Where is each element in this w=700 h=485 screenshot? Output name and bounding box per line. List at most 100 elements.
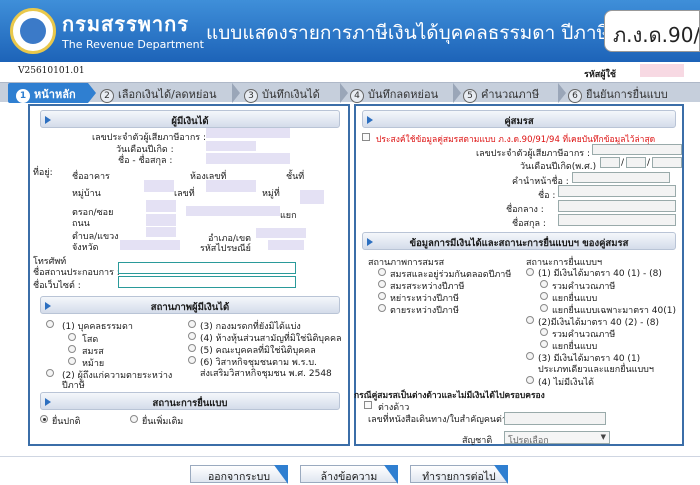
user-id-label: รหัสผู้ใช้ (584, 70, 617, 80)
spouse-filing-2b-radio[interactable] (540, 340, 548, 348)
spouse-filing-2a-radio[interactable] (540, 328, 548, 336)
status-deceased-label-2: ปีภาษี (62, 381, 85, 391)
nationality-select-value: โปรดเลือก (508, 436, 549, 446)
exit-button[interactable]: ออกจากระบบ (190, 465, 288, 484)
filing-additional-radio[interactable] (130, 415, 138, 423)
road-value (146, 214, 176, 226)
soi-value (146, 200, 176, 212)
step-5-calculate[interactable]: 5 คำนวณภาษี (463, 83, 539, 103)
spouse-filing-2-radio[interactable] (526, 316, 534, 324)
form-title: แบบแสดงรายการภาษีเงินได้บุคคลธรรมดา ปีภา… (206, 22, 664, 44)
org-name-english: The Revenue Department (62, 38, 204, 51)
spouse-filing-1a-radio[interactable] (540, 280, 548, 288)
status-partnership-radio[interactable] (188, 332, 196, 340)
status-enterprise-radio[interactable] (188, 356, 196, 364)
nationality-select[interactable]: โปรดเลือก ▼ (504, 431, 610, 446)
spouse-middle-name-input[interactable] (558, 200, 676, 212)
yaek-label: แยก (280, 211, 297, 221)
spouse-first-name-label: ชื่อ : (538, 191, 556, 201)
province-value (120, 240, 180, 250)
status-estate-radio[interactable] (188, 320, 196, 328)
spouse-section-header: คู่สมรส (362, 110, 676, 128)
status-group-radio[interactable] (188, 344, 196, 352)
spouse-birth-month-input[interactable] (626, 157, 646, 168)
filing-section-header: สถานะการยื่นแบบ (40, 392, 340, 410)
form-code-badge: ภ.ง.ด.90/91 (604, 10, 700, 52)
spouse-filing-4-radio[interactable] (526, 376, 534, 384)
next-button[interactable]: ทำรายการต่อไป (410, 465, 508, 484)
step-2-select-income[interactable]: 2 เลือกเงินได้/ลดหย่อน (100, 83, 217, 103)
step-3-income[interactable]: 3 บันทึกเงินได้ (244, 83, 320, 103)
spouse-birth-year-input[interactable] (652, 157, 682, 168)
spouse-filing-1b-radio[interactable] (540, 292, 548, 300)
postcode-value (268, 240, 304, 250)
spouse-tax-id-label: เลขประจำตัวผู้เสียภาษีอากร : (476, 149, 591, 159)
business-name-label: ชื่อสถานประกอบการ : (33, 268, 120, 278)
chevron-down-icon: ▼ (600, 433, 606, 441)
step-1-main[interactable]: 1 หน้าหลัก (8, 83, 88, 103)
use-previous-spouse-checkbox[interactable] (362, 133, 370, 141)
status-individual-label: (1) บุคคลธรรมดา (62, 322, 133, 332)
yaek-value (186, 206, 280, 216)
status-enterprise-label-2: ส่งเสริมวิสาหกิจชุมชน พ.ศ. 2548 (200, 369, 332, 379)
business-name-input[interactable] (118, 262, 296, 274)
spouse-filing-3-label-2: ประเภทเดียวและแยกยื่นแบบฯ (538, 365, 654, 375)
postcode-label: รหัสไปรษณีย์ (200, 244, 251, 254)
marital-4-radio[interactable] (378, 304, 386, 312)
spouse-first-name-input[interactable] (558, 185, 676, 197)
website-input[interactable] (118, 276, 296, 288)
province-label: จังหวัด (72, 243, 99, 253)
house-no-label: เลขที่ (174, 189, 195, 199)
step-4-deduction[interactable]: 4 บันทึกลดหย่อน (350, 83, 438, 103)
road-label: ถนน (72, 219, 90, 229)
moo-label: หมู่ที่ (262, 189, 280, 199)
subdistrict-value (146, 227, 176, 237)
spouse-surname-label: ชื่อสกุล : (512, 219, 546, 229)
district-value (256, 228, 306, 238)
spouse-tax-id-input[interactable] (592, 144, 682, 155)
alien-checkbox[interactable] (364, 401, 372, 409)
filing-normal-label: ยื่นปกติ (52, 417, 81, 427)
marital-2-radio[interactable] (378, 280, 386, 288)
clear-button[interactable]: ล้างข้อความ (300, 465, 398, 484)
status-individual-radio[interactable] (46, 320, 54, 328)
spouse-birthdate-label: วันเดือนปีเกิด(พ.ศ.) (520, 162, 597, 172)
spouse-title-input[interactable] (572, 172, 670, 183)
spouse-filing-1c-radio[interactable] (540, 304, 548, 312)
name-value (206, 153, 290, 164)
village-label: หมู่บ้าน (72, 189, 101, 199)
spouse-filing-1-radio[interactable] (526, 268, 534, 276)
status-deceased-radio[interactable] (46, 369, 54, 377)
org-name-thai: กรมสรรพากร (62, 12, 189, 36)
status-widowed-radio[interactable] (68, 357, 76, 365)
website-label: ชื่อเว็บไซต์ : (33, 281, 81, 291)
filing-normal-radio[interactable] (40, 415, 48, 423)
taxpayer-section-header: ผู้มีเงินได้ (40, 110, 340, 128)
revenue-department-logo (10, 8, 56, 54)
birthdate-value (206, 141, 256, 151)
status-married-radio[interactable] (68, 345, 76, 353)
step-6-confirm[interactable]: 6 ยืนยันการยื่นแบบ (568, 83, 668, 103)
status-single-radio[interactable] (68, 333, 76, 341)
spouse-surname-input[interactable] (558, 214, 676, 226)
spouse-middle-name-label: ชื่อกลาง : (506, 205, 544, 215)
step-navigation: 1 หน้าหลัก 2 เลือกเงินได้/ลดหย่อน 3 บันทึกเ… (0, 82, 700, 103)
nationality-label: สัญชาติ (462, 436, 493, 446)
tax-id-value (206, 128, 290, 138)
spouse-birth-day-input[interactable] (600, 157, 620, 168)
village-value (144, 180, 174, 192)
spouse-filing-3-radio[interactable] (526, 352, 534, 360)
spouse-filing-1-label: (1) มีเงินได้มาตรา 40 (1) - (8) (538, 269, 662, 279)
building-label: ชื่ออาคาร (72, 172, 110, 182)
floor-label: ชั้นที่ (286, 172, 305, 182)
passport-input[interactable] (504, 412, 606, 425)
address-label: ที่อยู่: (33, 168, 53, 178)
status-section-header: สถานภาพผู้มีเงินได้ (40, 296, 340, 314)
filing-additional-label: ยื่นเพิ่มเติม (142, 417, 184, 427)
house-no-value (206, 180, 256, 192)
moo-value (300, 190, 324, 204)
spouse-income-section-header: ข้อมูลการมีเงินได้และสถานะการยื่นแบบฯ ขอ… (362, 232, 676, 250)
marital-1-radio[interactable] (378, 268, 386, 276)
spouse-filing-4-label: (4) ไม่มีเงินได้ (538, 378, 594, 388)
marital-3-radio[interactable] (378, 292, 386, 300)
